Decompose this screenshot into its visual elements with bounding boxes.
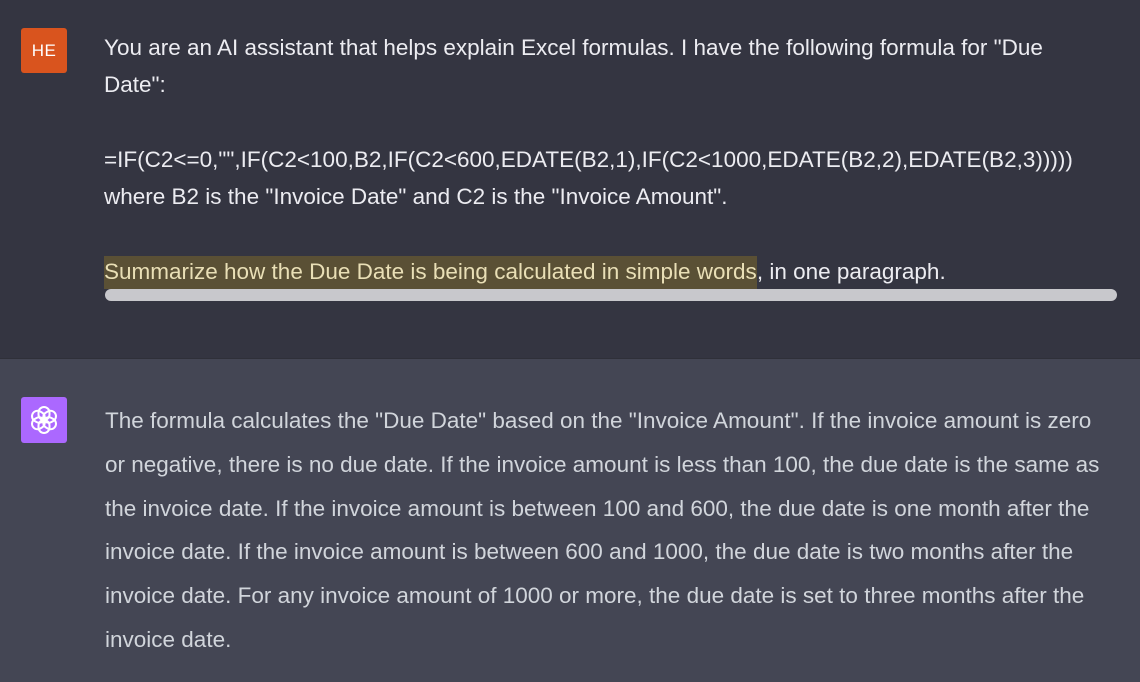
user-message: HE You are an AI assistant that helps ex… [0,0,1140,358]
assistant-message: The formula calculates the "Due Date" ba… [0,358,1140,682]
user-text-line: You are an AI assistant that helps expla… [104,35,1043,60]
user-instruction-line: Summarize how the Due Date is being calc… [104,253,1140,290]
assistant-avatar [21,397,67,443]
user-text-rest: , in one paragraph. [756,259,946,284]
formula-text: =IF(C2<=0,"",IF(C2<100,B2,IF(C2<600,EDAT… [104,147,1073,172]
openai-logo-icon [31,406,57,434]
user-text-line: Date": [104,72,166,97]
user-text-line: where B2 is the "Invoice Date" and C2 is… [104,184,728,209]
horizontal-scrollbar[interactable] [105,289,1117,301]
assistant-response-text[interactable]: The formula calculates the "Due Date" ba… [105,399,1115,662]
highlighted-selection: Summarize how the Due Date is being calc… [104,256,757,289]
user-message-text[interactable]: You are an AI assistant that helps expla… [104,29,1140,290]
user-avatar: HE [21,28,67,73]
